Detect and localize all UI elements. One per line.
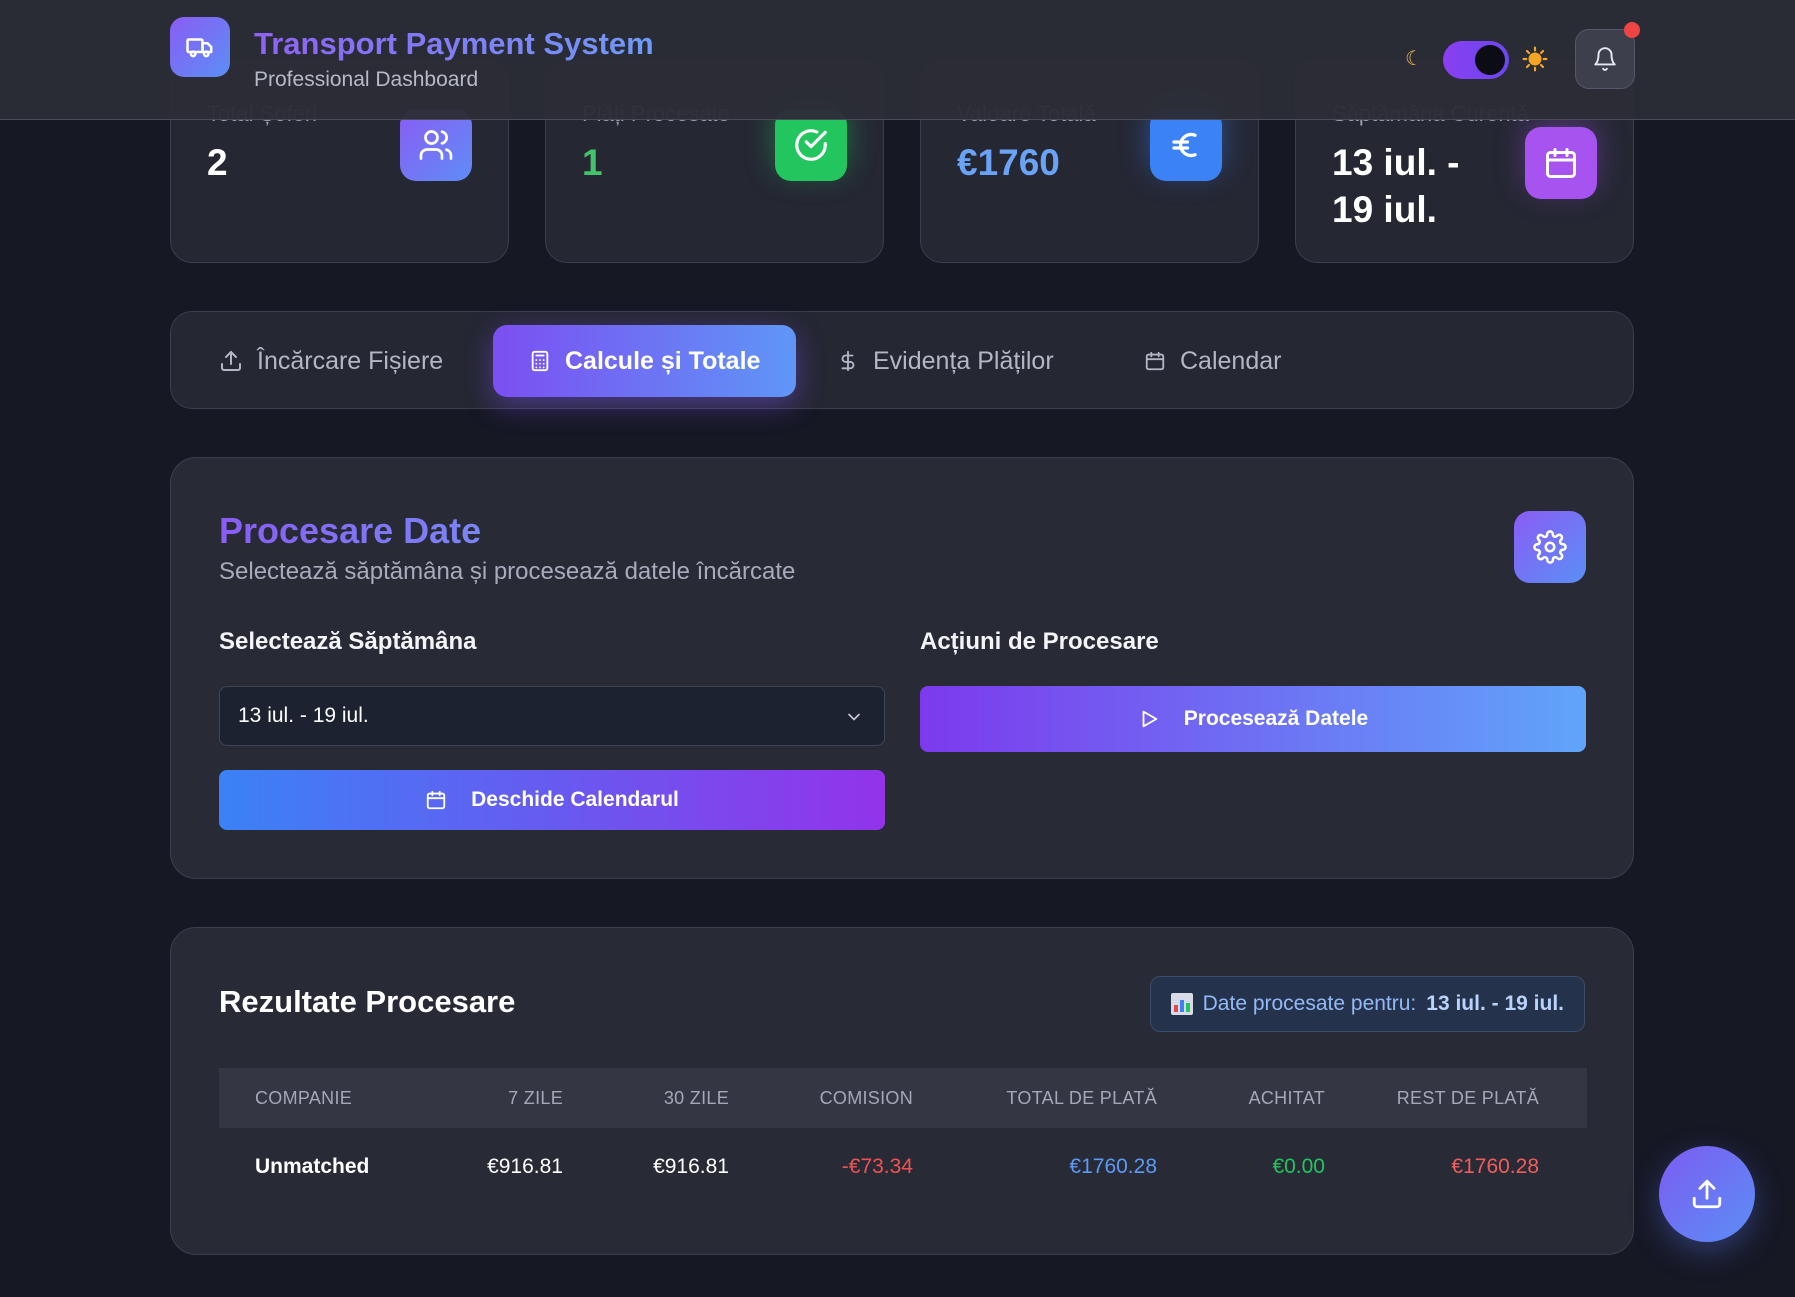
theme-toggle[interactable] bbox=[1443, 41, 1509, 79]
badge-prefix: Date procesate pentru: bbox=[1202, 992, 1417, 1015]
column-header: 7 ZILE bbox=[508, 1087, 563, 1108]
table-header: COMPANIE 7 ZILE 30 ZILE COMISION TOTAL D… bbox=[219, 1068, 1587, 1128]
panel-title: Procesare Date bbox=[219, 510, 482, 551]
tab-calendar[interactable]: Calendar bbox=[1108, 325, 1317, 397]
processed-week-badge: Date procesate pentru: 13 iul. - 19 iul. bbox=[1149, 976, 1585, 1032]
app-subtitle: Professional Dashboard bbox=[254, 68, 479, 91]
results-panel: Rezultate Procesare Date procesate pentr… bbox=[170, 927, 1634, 1255]
column-header: REST DE PLATĂ bbox=[1396, 1087, 1539, 1108]
column-header: 30 ZILE bbox=[663, 1087, 729, 1108]
processing-panel: Procesare Date Selectează săptămâna și p… bbox=[170, 457, 1634, 879]
upload-fab-button[interactable] bbox=[1659, 1146, 1755, 1242]
tab-label: Încărcare Fișiere bbox=[257, 346, 444, 375]
paid-cell: €0.00 bbox=[1272, 1155, 1325, 1178]
truck-logo-icon bbox=[170, 17, 230, 77]
calculator-icon bbox=[531, 350, 549, 372]
chevron-down-icon bbox=[848, 713, 860, 721]
thirty-days-cell: €916.81 bbox=[653, 1155, 729, 1178]
toggle-knob bbox=[1475, 45, 1505, 75]
week-heading: Selectează Săptămâna bbox=[219, 628, 477, 655]
results-table: COMPANIE 7 ZILE 30 ZILE COMISION TOTAL D… bbox=[219, 1068, 1587, 1206]
tab-payments[interactable]: Evidența Plăților bbox=[801, 325, 1090, 397]
gear-icon bbox=[1533, 530, 1567, 564]
badge-week: 13 iul. - 19 iul. bbox=[1426, 992, 1564, 1015]
seven-days-cell: €916.81 bbox=[487, 1155, 563, 1178]
settings-button[interactable] bbox=[1514, 511, 1586, 583]
column-header: ACHITAT bbox=[1248, 1087, 1325, 1108]
open-calendar-button[interactable]: Deschide Calendarul bbox=[219, 770, 885, 830]
tab-file-upload[interactable]: Încărcare Fișiere bbox=[183, 325, 479, 397]
column-header: TOTAL DE PLATĂ bbox=[1006, 1087, 1157, 1108]
play-icon bbox=[1142, 710, 1158, 728]
panel-subtitle: Selectează săptămâna și procesează datel… bbox=[219, 558, 796, 585]
tab-label: Calcule și Totale bbox=[565, 346, 761, 375]
company-cell: Unmatched bbox=[255, 1155, 370, 1178]
tab-label: Evidența Plăților bbox=[873, 346, 1054, 375]
button-label: Procesează Datele bbox=[1183, 707, 1369, 730]
moon-icon: ☾ bbox=[1405, 48, 1423, 70]
column-header: COMPANIE bbox=[255, 1087, 353, 1108]
notification-dot bbox=[1624, 22, 1640, 38]
tab-calculations[interactable]: Calcule și Totale bbox=[493, 325, 797, 397]
calendar-icon bbox=[1525, 127, 1597, 199]
total-due-cell: €1760.28 bbox=[1069, 1155, 1157, 1178]
week-select[interactable]: 13 iul. - 19 iul. bbox=[219, 686, 885, 746]
calendar-icon bbox=[1145, 351, 1165, 371]
notifications-button[interactable] bbox=[1575, 22, 1640, 89]
app-title: Transport Payment System bbox=[254, 26, 654, 61]
calendar-icon bbox=[426, 790, 446, 810]
bar-chart-icon bbox=[1170, 993, 1193, 1015]
commission-cell: -€73.34 bbox=[841, 1155, 913, 1178]
table-row: Unmatched €916.81 €916.81 -€73.34 €1760.… bbox=[219, 1128, 1587, 1206]
sun-icon bbox=[1522, 46, 1548, 72]
column-header: COMISION bbox=[819, 1087, 913, 1108]
main-tabs: Încărcare Fișiere Calcule și Totale Evid… bbox=[170, 311, 1634, 409]
remaining-cell: €1760.28 bbox=[1451, 1155, 1539, 1178]
button-label: Deschide Calendarul bbox=[471, 788, 679, 811]
bell-icon bbox=[1594, 47, 1616, 71]
upload-icon bbox=[1692, 1179, 1722, 1209]
dollar-icon bbox=[841, 350, 855, 372]
results-title: Rezultate Procesare bbox=[219, 984, 516, 1019]
app-header: Transport Payment System Professional Da… bbox=[0, 0, 1795, 120]
week-select-value: 13 iul. - 19 iul. bbox=[238, 704, 369, 727]
upload-icon bbox=[221, 351, 241, 371]
process-data-button[interactable]: Procesează Datele bbox=[920, 686, 1586, 752]
actions-heading: Acțiuni de Procesare bbox=[920, 628, 1159, 655]
tab-label: Calendar bbox=[1180, 346, 1282, 375]
